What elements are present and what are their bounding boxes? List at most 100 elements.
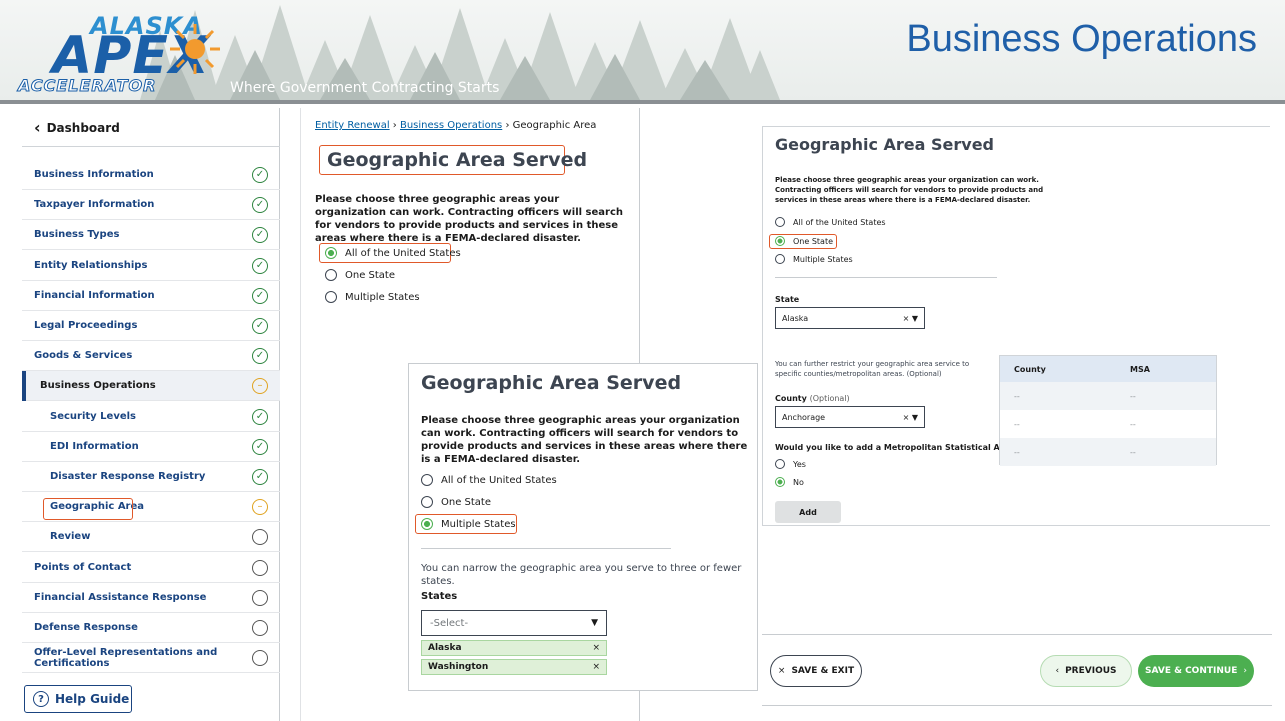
breadcrumb-separator: › xyxy=(505,120,510,131)
county-optional-text: (Optional) xyxy=(809,394,850,403)
table-header-msa: MSA xyxy=(1130,364,1150,374)
narrow-hint: You can narrow the geographic area you s… xyxy=(421,563,742,587)
check-circle-icon: ✓ xyxy=(252,469,268,485)
table-row: -- -- xyxy=(1000,410,1216,438)
radio-all-united-states[interactable]: All of the United States xyxy=(325,247,461,259)
sidebar-item-points-of-contact[interactable]: Points of Contact xyxy=(22,553,280,583)
sidebar-item-taxpayer-information[interactable]: Taxpayer Information ✓ xyxy=(22,190,280,221)
state-select-value: Alaska xyxy=(782,313,809,323)
state-chip: Alaska × xyxy=(421,640,607,656)
sidebar-item-label: Taxpayer Information xyxy=(34,199,155,211)
radio-one-state[interactable]: One State xyxy=(325,269,395,281)
save-exit-label: SAVE & EXIT xyxy=(791,666,855,676)
check-circle-icon: ✓ xyxy=(252,287,268,304)
multiple-states-card: Geographic Area Served Please choose thr… xyxy=(408,363,758,691)
radio-all-united-states[interactable]: All of the United States xyxy=(775,217,886,227)
sidebar-item-label: EDI Information xyxy=(50,440,139,452)
radio-msa-no[interactable]: No xyxy=(775,477,804,487)
help-guide-button[interactable]: ? Help Guide xyxy=(24,685,132,713)
previous-label: PREVIOUS xyxy=(1065,666,1117,676)
caret-down-icon: ▼ xyxy=(591,618,598,628)
save-exit-button[interactable]: × SAVE & EXIT xyxy=(770,655,862,687)
empty-circle-icon xyxy=(252,620,268,636)
radio-selected-icon xyxy=(775,477,785,487)
table-cell: -- xyxy=(1130,419,1136,429)
sidebar-item-security-levels[interactable]: Security Levels ✓ xyxy=(22,402,280,432)
sidebar-item-disaster-response-registry[interactable]: Disaster Response Registry ✓ xyxy=(22,462,280,492)
radio-one-state[interactable]: One State xyxy=(421,496,491,508)
sidebar-item-edi-information[interactable]: EDI Information ✓ xyxy=(22,432,280,462)
sidebar-item-offer-level-representations-and-certifications[interactable]: Offer-Level Representations and Certific… xyxy=(22,643,280,674)
table-row: -- -- xyxy=(1000,438,1216,466)
sidebar-item-business-information[interactable]: Business Information ✓ xyxy=(22,160,280,190)
chip-remove-icon[interactable]: × xyxy=(592,662,600,672)
radio-empty-icon xyxy=(775,459,785,469)
radio-msa-yes[interactable]: Yes xyxy=(775,459,806,469)
sidebar-item-entity-relationships[interactable]: Entity Relationships ✓ xyxy=(22,251,280,281)
radio-empty-icon xyxy=(325,291,337,303)
help-guide-label: Help Guide xyxy=(55,692,130,706)
check-circle-icon: ✓ xyxy=(252,348,268,365)
section-description: Please choose three geographic areas you… xyxy=(315,194,623,244)
sidebar-item-financial-information[interactable]: Financial Information ✓ xyxy=(22,281,280,311)
state-label: State xyxy=(775,295,800,304)
sidebar-item-financial-assistance-response[interactable]: Financial Assistance Response xyxy=(22,583,280,613)
in-progress-circle-icon: – xyxy=(252,499,268,516)
sidebar-item-defense-response[interactable]: Defense Response xyxy=(22,613,280,643)
add-button[interactable]: Add xyxy=(775,501,841,523)
section-description: Please choose three geographic areas you… xyxy=(775,176,1044,204)
county-label-text: County xyxy=(775,394,807,403)
chip-remove-icon[interactable]: × xyxy=(592,643,600,653)
question-icon: ? xyxy=(33,691,49,707)
sidebar-item-label: Disaster Response Registry xyxy=(50,471,206,482)
clear-caret-icon: × ▼ xyxy=(902,412,918,422)
states-select[interactable]: -Select- ▼ xyxy=(421,610,607,636)
save-continue-button[interactable]: SAVE & CONTINUE › xyxy=(1138,655,1254,687)
section-heading: Geographic Area Served xyxy=(327,149,588,171)
sidebar-item-business-operations[interactable]: Business Operations – xyxy=(22,371,280,402)
sidebar-item-label: Business Operations xyxy=(40,380,156,392)
state-select[interactable]: Alaska × ▼ xyxy=(775,307,925,329)
table-cell: -- xyxy=(1014,391,1020,401)
radio-label: All of the United States xyxy=(793,217,886,227)
banner-divider xyxy=(0,100,1285,104)
form-divider xyxy=(775,277,997,278)
sidebar-item-label: Points of Contact xyxy=(34,561,132,573)
sidebar-item-review[interactable]: Review xyxy=(22,522,280,553)
county-select-value: Anchorage xyxy=(782,412,826,422)
save-continue-label: SAVE & CONTINUE xyxy=(1145,666,1238,676)
check-circle-icon: ✓ xyxy=(252,438,268,455)
radio-all-united-states[interactable]: All of the United States xyxy=(421,474,557,486)
states-label: States xyxy=(421,591,458,602)
section-heading: Geographic Area Served xyxy=(421,372,682,394)
sidebar-item-business-types[interactable]: Business Types ✓ xyxy=(22,220,280,251)
table-row: -- -- xyxy=(1000,382,1216,410)
sidebar-item-label: Business Information xyxy=(34,169,154,180)
previous-button[interactable]: ‹ PREVIOUS xyxy=(1040,655,1132,687)
restrict-hint: You can further restrict your geographic… xyxy=(775,360,970,378)
sidebar-item-legal-proceedings[interactable]: Legal Proceedings ✓ xyxy=(22,311,280,341)
radio-multiple-states[interactable]: Multiple States xyxy=(421,518,516,530)
radio-empty-icon xyxy=(775,254,785,264)
radio-one-state[interactable]: One State xyxy=(775,236,833,246)
breadcrumb-entity-renewal[interactable]: Entity Renewal xyxy=(315,120,390,131)
table-cell: -- xyxy=(1014,447,1020,457)
radio-multiple-states[interactable]: Multiple States xyxy=(775,254,853,264)
sidebar-item-label: Financial Assistance Response xyxy=(34,591,207,603)
table-cell: -- xyxy=(1130,391,1136,401)
radio-label: One State xyxy=(793,236,834,246)
sidebar-item-goods-and-services[interactable]: Goods & Services ✓ xyxy=(22,341,280,372)
breadcrumb-business-operations[interactable]: Business Operations xyxy=(400,120,502,131)
chevron-left-icon: ‹ xyxy=(34,118,41,137)
table-header-county: County xyxy=(1014,364,1046,374)
empty-circle-icon xyxy=(252,529,268,546)
logo-accelerator-text: ACCELERATOR xyxy=(17,76,157,96)
radio-empty-icon xyxy=(325,269,337,281)
radio-selected-icon xyxy=(325,247,337,259)
radio-label: Multiple States xyxy=(441,518,516,530)
radio-multiple-states[interactable]: Multiple States xyxy=(325,291,420,303)
county-select[interactable]: Anchorage × ▼ xyxy=(775,406,925,428)
dashboard-link[interactable]: ‹ Dashboard xyxy=(34,118,120,137)
check-circle-icon: ✓ xyxy=(252,227,268,244)
sidebar-item-label: Legal Proceedings xyxy=(34,320,138,331)
